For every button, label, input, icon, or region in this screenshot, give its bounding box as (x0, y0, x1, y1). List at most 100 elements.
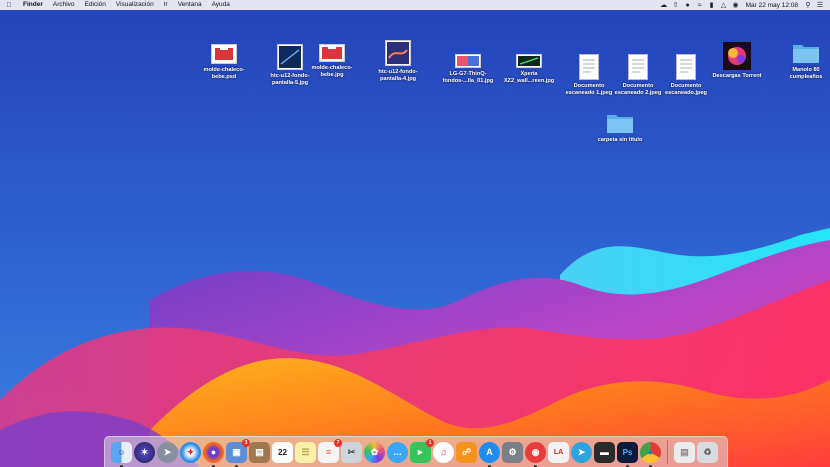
dock-scissors[interactable]: ✂ (341, 441, 362, 463)
system-preferences-icon: ⚙ (508, 446, 517, 457)
file-label: Descargas Torrent (712, 73, 762, 79)
safari-icon: ✦ (186, 446, 195, 457)
books-icon: ☍ (461, 446, 472, 457)
notification-badge: 1 (426, 438, 434, 447)
file-label: htc-u12-fondo- pantalla-4.jpg (378, 69, 418, 82)
dock-launchpad[interactable]: ➤ (157, 441, 178, 463)
desktop-folder-carpeta-sin-titulo[interactable]: carpeta sin título (592, 112, 648, 144)
scissors-icon: ✂ (347, 446, 356, 457)
launchpad-icon: ➤ (163, 446, 172, 457)
menu-edicion[interactable]: Edición (80, 0, 111, 10)
itunes-icon: ♫ (440, 447, 447, 457)
status-area: ☁ ⇧ ● ≈ ▮ △ ◉ Mar 22 may 12:08 ⚲ ☰ (658, 1, 830, 10)
dock-appstore[interactable]: A (479, 441, 500, 467)
menu-ir[interactable]: Ir (159, 0, 173, 10)
folder-icon (606, 112, 634, 134)
wifi-icon[interactable]: ≈ (694, 2, 706, 9)
dock-preview[interactable]: ▣ 3 (226, 438, 250, 467)
dock-facetime[interactable]: ► 1 (410, 438, 434, 463)
firefox-icon: ● (210, 447, 217, 457)
image-file-icon (277, 44, 303, 70)
dock-notefile[interactable]: ▤ (249, 441, 270, 463)
menu-bar:  Finder Archivo Edición Visualización I… (0, 0, 830, 10)
notes-icon: ☰ (301, 446, 310, 457)
search-icon[interactable]: ⚲ (802, 1, 814, 9)
messages-icon: … (393, 447, 402, 457)
desktop-file-documento[interactable]: Documento escaneado.jpeg (658, 54, 714, 97)
dock-messages[interactable]: … (387, 441, 408, 463)
image-file-icon (455, 54, 481, 68)
image-file-icon (516, 54, 542, 68)
airport-icon: ▬ (600, 447, 609, 457)
dock-itunes[interactable]: ♫ (433, 441, 454, 463)
dock-reminders[interactable]: ≡ 7 (318, 438, 342, 463)
desktop-file-molde-psd[interactable]: molde-chaleco- bebe.psd (196, 44, 252, 81)
dock-system-preferences[interactable]: ⚙ (502, 441, 523, 463)
dock-photos[interactable]: ✿ (364, 441, 385, 463)
dock-telegram[interactable]: ➤ (571, 441, 592, 463)
calendar-icon: 22 (278, 447, 287, 457)
dock-trash[interactable]: ♻ (697, 441, 718, 463)
photoshop-icon: Ps (622, 447, 633, 457)
dock-photoshop[interactable]: Ps (617, 441, 638, 467)
cloud-icon[interactable]: ☁ (658, 1, 670, 9)
file-label: molde-chaleco- bebe.psd (203, 67, 245, 80)
menu-visualizacion[interactable]: Visualización (111, 0, 159, 10)
document-icon (676, 54, 696, 80)
file-label: LG-G7-ThinQ- fondos-...lla_01.jpg (442, 71, 494, 84)
appstore-icon: A (486, 447, 493, 457)
menu-ventana[interactable]: Ventana (173, 0, 207, 10)
file-label: molde-chaleco- bebe.jpg (311, 65, 353, 78)
file-label: Documento escaneado.jpeg (665, 83, 707, 96)
photos-icon: ✿ (370, 446, 379, 457)
notefile-icon: ▤ (255, 446, 264, 457)
dock-vpn[interactable]: ◉ (525, 441, 546, 467)
menu-archivo[interactable]: Archivo (48, 0, 80, 10)
wifi-signal-icon[interactable]: ◉ (730, 1, 742, 9)
document-icon (579, 54, 599, 80)
notification-center-icon[interactable]: ☰ (814, 1, 826, 9)
menu-finder[interactable]: Finder (18, 0, 48, 10)
battery-icon[interactable]: ▮ (706, 1, 718, 9)
dock-firefox[interactable]: ● (203, 441, 224, 467)
upload-icon[interactable]: ⇧ (670, 1, 682, 9)
folder-icon (792, 42, 820, 64)
desktop-file-lg-g7[interactable]: LG-G7-ThinQ- fondos-...lla_01.jpg (440, 54, 496, 85)
image-file-icon (319, 44, 345, 62)
preview-icon: ▣ (232, 446, 241, 457)
file-label: carpeta sin título (597, 137, 643, 143)
siri-icon: ✶ (140, 446, 149, 457)
dock-document[interactable]: ▤ (674, 441, 695, 463)
dock-siri[interactable]: ✶ (134, 441, 155, 463)
dock-notes[interactable]: ☰ (295, 441, 316, 463)
file-label: Documento escaneado 2.jpeg (614, 83, 662, 96)
file-label: Xperia XZ2_wall...reen.jpg (503, 71, 555, 84)
dock-separator (667, 440, 668, 464)
menu-ayuda[interactable]: Ayuda (207, 0, 235, 10)
finder-icon: ☺ (117, 447, 126, 457)
desktop-folder-manolo[interactable]: Manolo 80 cumpleaños (778, 42, 830, 81)
dock-safari[interactable]: ✦ (180, 441, 201, 463)
bell-icon[interactable]: ● (682, 2, 694, 9)
dock-calendar[interactable]: 22 (272, 441, 293, 463)
dock-books[interactable]: ☍ (456, 441, 477, 463)
dock-lightroom[interactable]: LA (548, 441, 569, 463)
telegram-icon: ➤ (577, 446, 586, 457)
document-icon: ▤ (680, 446, 689, 457)
file-label: Manolo 80 cumpleaños (789, 67, 823, 80)
trash-icon: ♻ (703, 446, 712, 457)
apple-icon[interactable]:  (0, 2, 18, 9)
vpn-icon: ◉ (531, 446, 540, 457)
desktop-file-xperia[interactable]: Xperia XZ2_wall...reen.jpg (501, 54, 557, 85)
desktop-file-htc-4[interactable]: htc-u12-fondo- pantalla-4.jpg (370, 40, 426, 83)
desktop-file-documento-1[interactable]: Documento escaneado 1.jpeg (561, 54, 617, 97)
desktop-item-descargas-torrent[interactable]: Descargas Torrent (709, 42, 765, 80)
dock-airport[interactable]: ▬ (594, 441, 615, 463)
image-file-icon (723, 42, 751, 70)
dock-finder[interactable]: ☺ (111, 441, 132, 467)
desktop-file-molde-jpg[interactable]: molde-chaleco- bebe.jpg (304, 44, 360, 79)
menu-clock[interactable]: Mar 22 may 12:08 (742, 2, 802, 9)
dock-chrome[interactable]: ● (640, 441, 661, 467)
airplay-icon[interactable]: △ (718, 1, 730, 9)
facetime-icon: ► (416, 447, 425, 457)
